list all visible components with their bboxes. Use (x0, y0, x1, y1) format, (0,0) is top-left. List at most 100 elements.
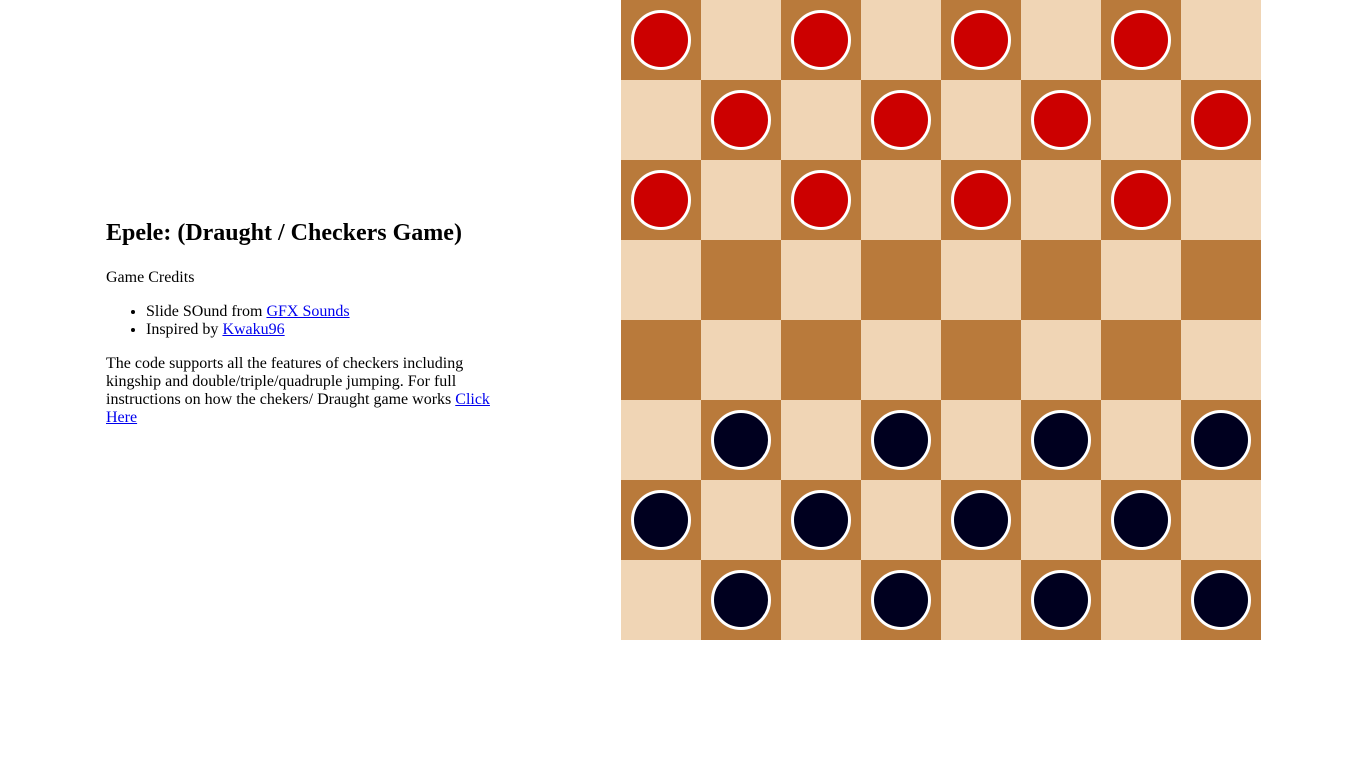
board-square-dark[interactable] (941, 0, 1021, 80)
board-square-light[interactable] (1181, 480, 1261, 560)
red-checker-piece[interactable] (791, 170, 851, 230)
red-checker-piece[interactable] (711, 90, 771, 150)
board-square-light[interactable] (1181, 320, 1261, 400)
credit-item-sound: Slide SOund from GFX Sounds (146, 303, 506, 321)
board-square-dark[interactable] (621, 320, 701, 400)
red-checker-piece[interactable] (871, 90, 931, 150)
black-checker-piece[interactable] (1031, 410, 1091, 470)
description-text: The code supports all the features of ch… (106, 355, 464, 408)
board-square-dark[interactable] (861, 400, 941, 480)
board-square-dark[interactable] (1021, 560, 1101, 640)
board-square-dark[interactable] (1021, 240, 1101, 320)
board-square-light[interactable] (861, 0, 941, 80)
board-square-light[interactable] (1021, 480, 1101, 560)
board-square-light[interactable] (781, 400, 861, 480)
board-square-light[interactable] (781, 80, 861, 160)
board-square-light[interactable] (621, 400, 701, 480)
page-title: Epele: (Draught / Checkers Game) (106, 220, 462, 246)
info-panel: Epele: (Draught / Checkers Game) Game Cr… (106, 216, 506, 427)
board-square-dark[interactable] (781, 480, 861, 560)
black-checker-piece[interactable] (631, 490, 691, 550)
board-square-dark[interactable] (621, 0, 701, 80)
board-square-dark[interactable] (941, 320, 1021, 400)
board-square-light[interactable] (1101, 80, 1181, 160)
board-square-light[interactable] (701, 480, 781, 560)
red-checker-piece[interactable] (791, 10, 851, 70)
board-square-light[interactable] (1101, 240, 1181, 320)
board-square-dark[interactable] (621, 480, 701, 560)
checkers-board[interactable] (621, 0, 1261, 640)
board-square-light[interactable] (1021, 0, 1101, 80)
board-square-light[interactable] (1181, 160, 1261, 240)
black-checker-piece[interactable] (791, 490, 851, 550)
board-square-light[interactable] (861, 480, 941, 560)
board-square-light[interactable] (1101, 400, 1181, 480)
board-square-light[interactable] (621, 560, 701, 640)
board-square-dark[interactable] (941, 480, 1021, 560)
board-square-dark[interactable] (861, 240, 941, 320)
board-square-dark[interactable] (1101, 0, 1181, 80)
board-square-dark[interactable] (861, 80, 941, 160)
credits-heading: Game Credits (106, 269, 195, 286)
board-square-light[interactable] (941, 80, 1021, 160)
red-checker-piece[interactable] (1191, 90, 1251, 150)
credit-item-inspiration: Inspired by Kwaku96 (146, 321, 506, 339)
board-square-light[interactable] (941, 560, 1021, 640)
black-checker-piece[interactable] (711, 570, 771, 630)
board-square-dark[interactable] (1101, 320, 1181, 400)
black-checker-piece[interactable] (951, 490, 1011, 550)
red-checker-piece[interactable] (951, 10, 1011, 70)
board-square-dark[interactable] (1101, 480, 1181, 560)
board-square-dark[interactable] (781, 160, 861, 240)
credits-list: Slide SOund from GFX Sounds Inspired by … (106, 303, 506, 339)
board-square-dark[interactable] (941, 160, 1021, 240)
board-square-dark[interactable] (1021, 80, 1101, 160)
board-square-dark[interactable] (701, 80, 781, 160)
board-square-dark[interactable] (1181, 80, 1261, 160)
board-square-light[interactable] (861, 320, 941, 400)
board-square-dark[interactable] (1101, 160, 1181, 240)
black-checker-piece[interactable] (1191, 410, 1251, 470)
board-square-light[interactable] (621, 80, 701, 160)
description: The code supports all the features of ch… (106, 355, 506, 427)
board-square-dark[interactable] (1181, 400, 1261, 480)
board-square-dark[interactable] (781, 320, 861, 400)
red-checker-piece[interactable] (951, 170, 1011, 230)
kwaku96-link[interactable]: Kwaku96 (222, 321, 284, 338)
black-checker-piece[interactable] (871, 570, 931, 630)
black-checker-piece[interactable] (1031, 570, 1091, 630)
black-checker-piece[interactable] (1111, 490, 1171, 550)
board-square-dark[interactable] (701, 560, 781, 640)
board-square-light[interactable] (941, 240, 1021, 320)
board-square-light[interactable] (701, 320, 781, 400)
red-checker-piece[interactable] (1031, 90, 1091, 150)
board-square-light[interactable] (1181, 0, 1261, 80)
board-square-dark[interactable] (701, 240, 781, 320)
black-checker-piece[interactable] (1191, 570, 1251, 630)
board-square-light[interactable] (1021, 160, 1101, 240)
red-checker-piece[interactable] (1111, 170, 1171, 230)
board-square-dark[interactable] (1181, 560, 1261, 640)
board-square-dark[interactable] (861, 560, 941, 640)
board-square-light[interactable] (781, 560, 861, 640)
board-square-light[interactable] (621, 240, 701, 320)
board-square-light[interactable] (781, 240, 861, 320)
red-checker-piece[interactable] (631, 170, 691, 230)
board-square-dark[interactable] (1181, 240, 1261, 320)
board-square-dark[interactable] (701, 400, 781, 480)
board-square-dark[interactable] (1021, 400, 1101, 480)
black-checker-piece[interactable] (711, 410, 771, 470)
board-square-light[interactable] (701, 160, 781, 240)
board-square-dark[interactable] (621, 160, 701, 240)
red-checker-piece[interactable] (631, 10, 691, 70)
board-square-light[interactable] (861, 160, 941, 240)
gfx-sounds-link[interactable]: GFX Sounds (266, 303, 349, 320)
board-square-light[interactable] (941, 400, 1021, 480)
red-checker-piece[interactable] (1111, 10, 1171, 70)
board-square-light[interactable] (1101, 560, 1181, 640)
credit-prefix: Slide SOund from (146, 303, 267, 320)
board-square-light[interactable] (701, 0, 781, 80)
black-checker-piece[interactable] (871, 410, 931, 470)
board-square-light[interactable] (1021, 320, 1101, 400)
board-square-dark[interactable] (781, 0, 861, 80)
